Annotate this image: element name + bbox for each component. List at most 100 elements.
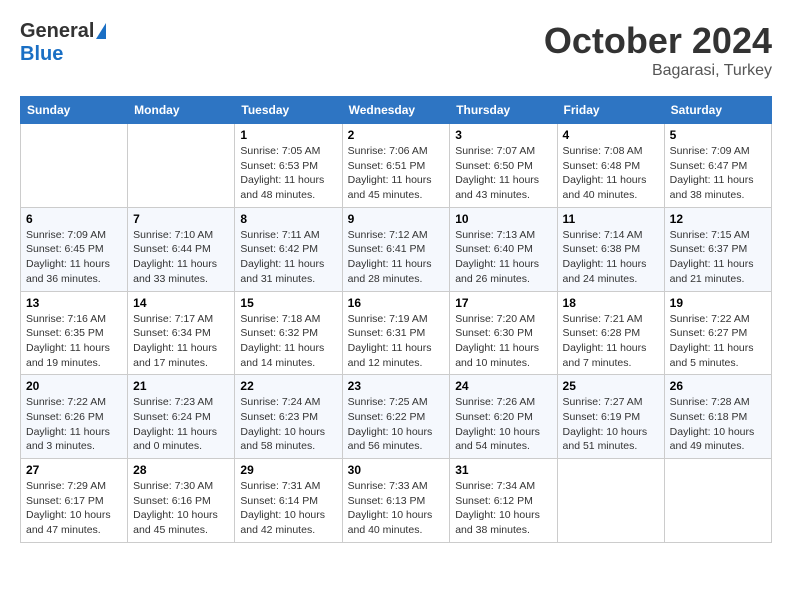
day-number: 12 bbox=[670, 212, 766, 226]
day-number: 21 bbox=[133, 379, 229, 393]
day-number: 25 bbox=[563, 379, 659, 393]
calendar-cell: 26 Sunrise: 7:28 AM Sunset: 6:18 PM Dayli… bbox=[664, 375, 771, 459]
day-info: Sunrise: 7:19 AM Sunset: 6:31 PM Dayligh… bbox=[348, 312, 445, 371]
day-info: Sunrise: 7:20 AM Sunset: 6:30 PM Dayligh… bbox=[455, 312, 551, 371]
day-number: 30 bbox=[348, 463, 445, 477]
calendar-cell: 4 Sunrise: 7:08 AM Sunset: 6:48 PM Daylig… bbox=[557, 124, 664, 208]
day-number: 5 bbox=[670, 128, 766, 142]
day-info: Sunrise: 7:21 AM Sunset: 6:28 PM Dayligh… bbox=[563, 312, 659, 371]
day-number: 13 bbox=[26, 296, 122, 310]
day-info: Sunrise: 7:05 AM Sunset: 6:53 PM Dayligh… bbox=[240, 144, 336, 203]
header-monday: Monday bbox=[128, 97, 235, 124]
header-tuesday: Tuesday bbox=[235, 97, 342, 124]
calendar-table: SundayMondayTuesdayWednesdayThursdayFrid… bbox=[20, 96, 772, 543]
calendar-cell: 3 Sunrise: 7:07 AM Sunset: 6:50 PM Daylig… bbox=[450, 124, 557, 208]
day-info: Sunrise: 7:09 AM Sunset: 6:45 PM Dayligh… bbox=[26, 228, 122, 287]
logo-general-text: General bbox=[20, 20, 94, 43]
calendar-cell: 5Sunrise: 7:09 AM Sunset: 6:47 PM Daylig… bbox=[664, 124, 771, 208]
logo-blue-text: Blue bbox=[20, 43, 63, 66]
day-number: 8 bbox=[240, 212, 336, 226]
calendar-cell: 23Sunrise: 7:25 AM Sunset: 6:22 PM Dayli… bbox=[342, 375, 450, 459]
calendar-cell: 15Sunrise: 7:18 AM Sunset: 6:32 PM Dayli… bbox=[235, 291, 342, 375]
day-number: 7 bbox=[133, 212, 229, 226]
calendar-cell: 27 Sunrise: 7:29 AM Sunset: 6:17 PM Dayli… bbox=[21, 459, 128, 543]
day-number: 11 bbox=[563, 212, 659, 226]
day-number: 27 bbox=[26, 463, 122, 477]
day-info: Sunrise: 7:10 AM Sunset: 6:44 PM Dayligh… bbox=[133, 228, 229, 287]
day-number: 24 bbox=[455, 379, 551, 393]
calendar-cell: 20 Sunrise: 7:22 AM Sunset: 6:26 PM Dayli… bbox=[21, 375, 128, 459]
calendar-cell: 19 Sunrise: 7:22 AM Sunset: 6:27 PM Dayli… bbox=[664, 291, 771, 375]
calendar-cell bbox=[128, 124, 235, 208]
logo: General Blue bbox=[20, 20, 106, 66]
calendar-cell: 18 Sunrise: 7:21 AM Sunset: 6:28 PM Dayli… bbox=[557, 291, 664, 375]
day-number: 3 bbox=[455, 128, 551, 142]
calendar-cell bbox=[664, 459, 771, 543]
day-info: Sunrise: 7:29 AM Sunset: 6:17 PM Dayligh… bbox=[26, 479, 122, 538]
day-number: 4 bbox=[563, 128, 659, 142]
day-number: 28 bbox=[133, 463, 229, 477]
calendar-cell: 7 Sunrise: 7:10 AM Sunset: 6:44 PM Daylig… bbox=[128, 207, 235, 291]
page-header: General Blue October 2024 Bagarasi, Turk… bbox=[20, 20, 772, 80]
day-number: 2 bbox=[348, 128, 445, 142]
calendar-cell: 31Sunrise: 7:34 AM Sunset: 6:12 PM Dayli… bbox=[450, 459, 557, 543]
calendar-cell: 14Sunrise: 7:17 AM Sunset: 6:34 PM Dayli… bbox=[128, 291, 235, 375]
calendar-week-row: 6Sunrise: 7:09 AM Sunset: 6:45 PM Daylig… bbox=[21, 207, 772, 291]
day-info: Sunrise: 7:17 AM Sunset: 6:34 PM Dayligh… bbox=[133, 312, 229, 371]
day-number: 17 bbox=[455, 296, 551, 310]
calendar-week-row: 20 Sunrise: 7:22 AM Sunset: 6:26 PM Dayli… bbox=[21, 375, 772, 459]
header-saturday: Saturday bbox=[664, 97, 771, 124]
calendar-cell: 24Sunrise: 7:26 AM Sunset: 6:20 PM Dayli… bbox=[450, 375, 557, 459]
day-info: Sunrise: 7:24 AM Sunset: 6:23 PM Dayligh… bbox=[240, 395, 336, 454]
calendar-week-row: 13 Sunrise: 7:16 AM Sunset: 6:35 PM Dayli… bbox=[21, 291, 772, 375]
calendar-cell: 30 Sunrise: 7:33 AM Sunset: 6:13 PM Dayli… bbox=[342, 459, 450, 543]
day-info: Sunrise: 7:23 AM Sunset: 6:24 PM Dayligh… bbox=[133, 395, 229, 454]
calendar-cell: 1Sunrise: 7:05 AM Sunset: 6:53 PM Daylig… bbox=[235, 124, 342, 208]
calendar-cell: 22Sunrise: 7:24 AM Sunset: 6:23 PM Dayli… bbox=[235, 375, 342, 459]
day-number: 9 bbox=[348, 212, 445, 226]
day-info: Sunrise: 7:33 AM Sunset: 6:13 PM Dayligh… bbox=[348, 479, 445, 538]
day-info: Sunrise: 7:12 AM Sunset: 6:41 PM Dayligh… bbox=[348, 228, 445, 287]
calendar-cell: 21 Sunrise: 7:23 AM Sunset: 6:24 PM Dayli… bbox=[128, 375, 235, 459]
day-info: Sunrise: 7:13 AM Sunset: 6:40 PM Dayligh… bbox=[455, 228, 551, 287]
day-info: Sunrise: 7:16 AM Sunset: 6:35 PM Dayligh… bbox=[26, 312, 122, 371]
calendar-cell: 12 Sunrise: 7:15 AM Sunset: 6:37 PM Dayli… bbox=[664, 207, 771, 291]
day-info: Sunrise: 7:18 AM Sunset: 6:32 PM Dayligh… bbox=[240, 312, 336, 371]
calendar-cell: 13 Sunrise: 7:16 AM Sunset: 6:35 PM Dayli… bbox=[21, 291, 128, 375]
day-number: 20 bbox=[26, 379, 122, 393]
header-sunday: Sunday bbox=[21, 97, 128, 124]
day-number: 16 bbox=[348, 296, 445, 310]
day-info: Sunrise: 7:22 AM Sunset: 6:26 PM Dayligh… bbox=[26, 395, 122, 454]
calendar-cell: 2Sunrise: 7:06 AM Sunset: 6:51 PM Daylig… bbox=[342, 124, 450, 208]
title-block: October 2024 Bagarasi, Turkey bbox=[544, 20, 772, 80]
calendar-cell: 10 Sunrise: 7:13 AM Sunset: 6:40 PM Dayli… bbox=[450, 207, 557, 291]
calendar-cell: 16 Sunrise: 7:19 AM Sunset: 6:31 PM Dayli… bbox=[342, 291, 450, 375]
day-info: Sunrise: 7:27 AM Sunset: 6:19 PM Dayligh… bbox=[563, 395, 659, 454]
day-number: 19 bbox=[670, 296, 766, 310]
calendar-cell: 25 Sunrise: 7:27 AM Sunset: 6:19 PM Dayli… bbox=[557, 375, 664, 459]
header-friday: Friday bbox=[557, 97, 664, 124]
calendar-cell bbox=[21, 124, 128, 208]
day-info: Sunrise: 7:34 AM Sunset: 6:12 PM Dayligh… bbox=[455, 479, 551, 538]
calendar-week-row: 27 Sunrise: 7:29 AM Sunset: 6:17 PM Dayli… bbox=[21, 459, 772, 543]
day-info: Sunrise: 7:07 AM Sunset: 6:50 PM Dayligh… bbox=[455, 144, 551, 203]
day-info: Sunrise: 7:31 AM Sunset: 6:14 PM Dayligh… bbox=[240, 479, 336, 538]
calendar-cell: 11 Sunrise: 7:14 AM Sunset: 6:38 PM Dayli… bbox=[557, 207, 664, 291]
day-number: 10 bbox=[455, 212, 551, 226]
day-info: Sunrise: 7:08 AM Sunset: 6:48 PM Dayligh… bbox=[563, 144, 659, 203]
calendar-cell: 29Sunrise: 7:31 AM Sunset: 6:14 PM Dayli… bbox=[235, 459, 342, 543]
calendar-cell: 6Sunrise: 7:09 AM Sunset: 6:45 PM Daylig… bbox=[21, 207, 128, 291]
calendar-cell bbox=[557, 459, 664, 543]
header-thursday: Thursday bbox=[450, 97, 557, 124]
day-info: Sunrise: 7:15 AM Sunset: 6:37 PM Dayligh… bbox=[670, 228, 766, 287]
calendar-cell: 8 Sunrise: 7:11 AM Sunset: 6:42 PM Daylig… bbox=[235, 207, 342, 291]
day-number: 26 bbox=[670, 379, 766, 393]
day-number: 18 bbox=[563, 296, 659, 310]
day-info: Sunrise: 7:22 AM Sunset: 6:27 PM Dayligh… bbox=[670, 312, 766, 371]
month-title: October 2024 bbox=[544, 20, 772, 62]
calendar-cell: 17 Sunrise: 7:20 AM Sunset: 6:30 PM Dayli… bbox=[450, 291, 557, 375]
day-info: Sunrise: 7:11 AM Sunset: 6:42 PM Dayligh… bbox=[240, 228, 336, 287]
day-info: Sunrise: 7:14 AM Sunset: 6:38 PM Dayligh… bbox=[563, 228, 659, 287]
calendar-header-row: SundayMondayTuesdayWednesdayThursdayFrid… bbox=[21, 97, 772, 124]
day-info: Sunrise: 7:28 AM Sunset: 6:18 PM Dayligh… bbox=[670, 395, 766, 454]
